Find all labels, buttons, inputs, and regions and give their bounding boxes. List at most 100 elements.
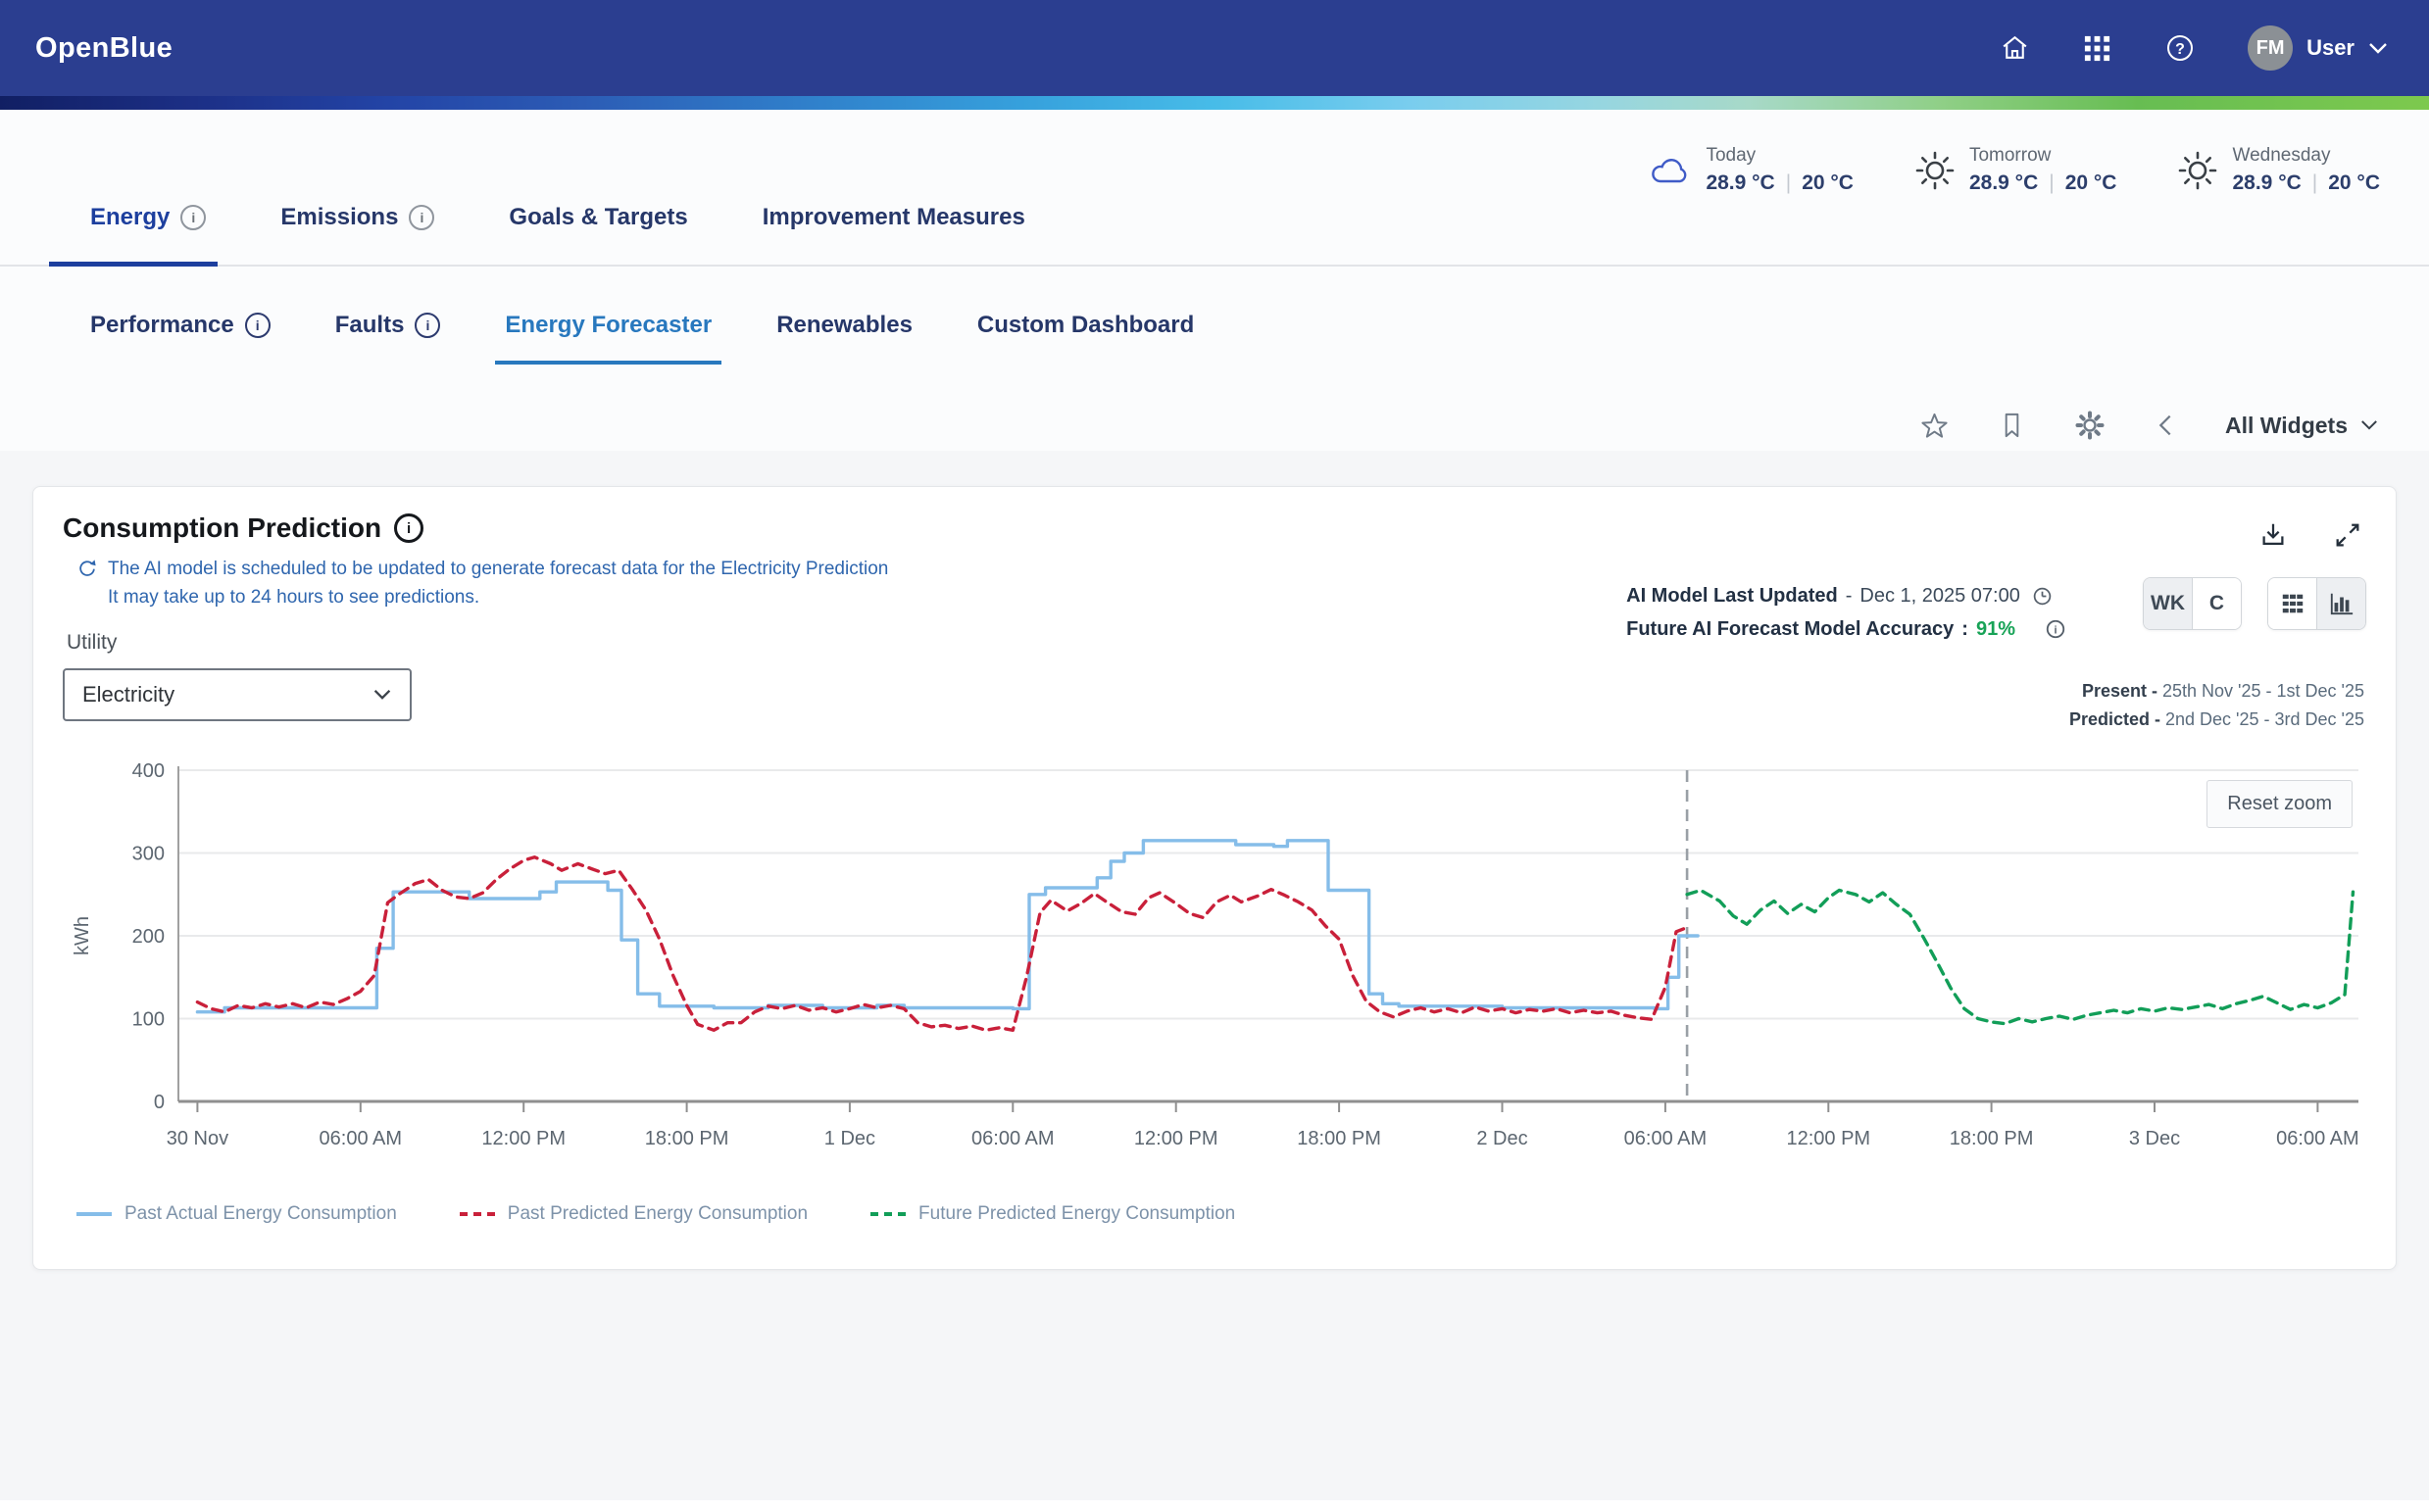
sub-tabs: Performancei Faultsi Energy Forecaster Rene… [0, 267, 2429, 365]
top-navigation-bar: OpenBlue ? FM User [0, 0, 2429, 96]
tab-goals-targets[interactable]: Goals & Targets [509, 204, 687, 265]
expand-icon[interactable] [2333, 520, 2362, 550]
chevron-down-icon [2360, 419, 2378, 431]
notice-line-2: It may take up to 24 hours to see predic… [108, 587, 479, 608]
display-toggle-group [2267, 577, 2366, 630]
svg-text:12:00 PM: 12:00 PM [481, 1128, 566, 1149]
weather-high: 28.9 °C [2232, 171, 2301, 195]
week-toggle-button[interactable]: WK [2144, 578, 2192, 629]
svg-text:06:00 AM: 06:00 AM [971, 1128, 1055, 1149]
download-icon[interactable] [2258, 520, 2288, 550]
weather-day-label: Tomorrow [1969, 145, 2117, 167]
weather-today: Today 28.9 °C | 20 °C [1649, 145, 1854, 195]
chevron-down-icon [2368, 42, 2388, 55]
x-tick-marks [197, 1101, 2317, 1112]
custom-toggle-button[interactable]: C [2192, 578, 2241, 629]
bookmark-icon[interactable] [1997, 411, 2027, 441]
series-future-predicted-energy-consumption [1687, 891, 2353, 1024]
svg-text:400: 400 [132, 760, 165, 782]
subtab-custom-dashboard[interactable]: Custom Dashboard [977, 312, 1194, 365]
clock-icon [2032, 586, 2053, 607]
sun-icon [2177, 150, 2218, 191]
widget-title: Consumption Prediction [63, 512, 381, 544]
svg-text:18:00 PM: 18:00 PM [1950, 1128, 2034, 1149]
present-range-value: 25th Nov '25 - 1st Dec '25 [2162, 681, 2364, 701]
legend-label: Past Actual Energy Consumption [124, 1203, 397, 1225]
svg-text:18:00 PM: 18:00 PM [645, 1128, 729, 1149]
accuracy-value: 91% [1976, 612, 2015, 646]
svg-text:12:00 PM: 12:00 PM [1786, 1128, 1870, 1149]
series-past-actual-energy-consumption [197, 841, 1698, 1012]
date-ranges: Present - 25th Nov '25 - 1st Dec '25 Pre… [2069, 677, 2364, 734]
chart-view-button[interactable] [2316, 578, 2365, 629]
app-launcher-icon[interactable] [2082, 33, 2112, 64]
subtab-renewables[interactable]: Renewables [776, 312, 913, 365]
home-icon[interactable] [1999, 32, 2031, 65]
y-axis-labels: 0100200300400 [132, 760, 165, 1113]
svg-text:i: i [2054, 625, 2057, 637]
accuracy-label: Future AI Forecast Model Accuracy [1626, 612, 1954, 646]
subtab-performance[interactable]: Performancei [90, 312, 271, 365]
chart-svg-host[interactable]: 0100200300400 30 Nov06:00 AM12:00 PM18:0… [63, 756, 2366, 1178]
widget-toolbar: All Widgets [0, 365, 2429, 451]
legend-past-actual-energy-consumption[interactable]: Past Actual Energy Consumption [76, 1203, 397, 1225]
weather-high: 28.9 °C [1706, 171, 1774, 195]
openblue-logo: OpenBlue [35, 32, 173, 65]
utility-select-value: Electricity [82, 682, 174, 707]
period-toggle-group: WK C [2143, 577, 2242, 630]
legend-swatch [76, 1212, 112, 1216]
svg-text:2 Dec: 2 Dec [1476, 1128, 1527, 1149]
chart-legend: Past Actual Energy Consumption Past Pred… [76, 1203, 2366, 1225]
weather-day-label: Wednesday [2232, 145, 2380, 167]
svg-text:0: 0 [154, 1092, 165, 1113]
svg-text:200: 200 [132, 926, 165, 948]
info-icon[interactable]: i [409, 205, 434, 230]
weather-low: 20 °C [2328, 171, 2380, 195]
subtab-energy-forecaster[interactable]: Energy Forecaster [505, 312, 712, 365]
accuracy-info-icon[interactable]: i [2045, 618, 2066, 640]
all-widgets-dropdown[interactable]: All Widgets [2225, 413, 2378, 439]
tab-improvement-measures[interactable]: Improvement Measures [763, 204, 1025, 265]
brand-gradient-strip [0, 96, 2429, 110]
info-icon[interactable]: i [245, 313, 271, 338]
consumption-prediction-widget: Consumption Prediction i The AI model is… [32, 486, 2397, 1270]
svg-text:18:00 PM: 18:00 PM [1297, 1128, 1381, 1149]
consumption-chart[interactable]: Reset zoom 0100200300400 30 Nov06:00 AM1… [63, 756, 2366, 1225]
weather-row: Today 28.9 °C | 20 °C Tomorrow 28.9 °C |… [1649, 145, 2380, 195]
svg-text:06:00 AM: 06:00 AM [320, 1128, 403, 1149]
info-icon[interactable]: i [180, 205, 206, 230]
legend-past-predicted-energy-consumption[interactable]: Past Predicted Energy Consumption [460, 1203, 808, 1225]
utility-select[interactable]: Electricity [63, 668, 412, 721]
weather-low: 20 °C [1802, 171, 1854, 195]
info-icon[interactable]: i [415, 313, 440, 338]
tab-energy[interactable]: Energyi [90, 204, 206, 265]
legend-swatch [460, 1212, 495, 1216]
reset-zoom-button[interactable]: Reset zoom [2206, 780, 2353, 828]
present-range-label: Present - [2082, 681, 2157, 701]
ai-model-info: AI Model Last Updated - Dec 1, 2025 07:0… [1626, 579, 2066, 646]
weather-wednesday: Wednesday 28.9 °C | 20 °C [2177, 145, 2380, 195]
legend-future-predicted-energy-consumption[interactable]: Future Predicted Energy Consumption [870, 1203, 1235, 1225]
subtab-faults[interactable]: Faultsi [335, 312, 441, 365]
svg-text:100: 100 [132, 1009, 165, 1031]
weather-tomorrow: Tomorrow 28.9 °C | 20 °C [1914, 145, 2117, 195]
table-view-button[interactable] [2268, 578, 2316, 629]
y-axis-title: kWh [72, 916, 93, 955]
legend-label: Future Predicted Energy Consumption [918, 1203, 1235, 1225]
settings-gear-icon[interactable] [2074, 410, 2106, 441]
user-label: User [2306, 35, 2355, 61]
svg-text:06:00 AM: 06:00 AM [2276, 1128, 2359, 1149]
predicted-range-value: 2nd Dec '25 - 3rd Dec '25 [2165, 709, 2364, 729]
tab-emissions[interactable]: Emissionsi [280, 204, 434, 265]
series-past-predicted-energy-consumption [197, 857, 1687, 1031]
temp-separator: | [1786, 171, 1791, 195]
chart-svg[interactable]: 0100200300400 30 Nov06:00 AM12:00 PM18:0… [63, 756, 2368, 1178]
user-menu[interactable]: FM User [2248, 25, 2388, 71]
avatar[interactable]: FM [2248, 25, 2293, 71]
widget-info-icon[interactable]: i [394, 513, 423, 543]
favorite-star-icon[interactable] [1919, 411, 1950, 441]
bottom-strip [0, 1500, 2429, 1512]
svg-text:12:00 PM: 12:00 PM [1134, 1128, 1218, 1149]
help-icon[interactable]: ? [2163, 31, 2197, 65]
collapse-panel-chevron-icon[interactable] [2153, 411, 2178, 440]
